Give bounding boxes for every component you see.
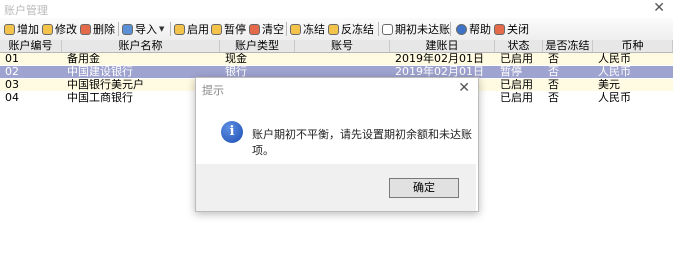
freeze-button-label: 冻结 [303,23,325,36]
cell-currency: 美元 [598,79,620,91]
window-close-icon[interactable]: ✕ [653,0,665,16]
cell-status: 已启用 [500,79,533,91]
column-header-status[interactable]: 状态 [495,40,543,52]
table-header: 账户编号 账户名称 账户类型 账号 建账日 状态 是否冻结 币种 [0,40,673,53]
cell-account-no: 02 [5,66,19,78]
cell-account-no: 04 [5,92,19,104]
toolbar-separator [378,22,379,36]
dialog-close-icon[interactable]: ✕ [458,80,470,96]
close-window-icon [494,23,505,35]
dialog-message: 账户期初不平衡，请先设置期初余额和未达账项。 [252,128,472,157]
cell-account-no: 03 [5,79,19,91]
cell-currency: 人民币 [598,92,631,104]
pause-icon [211,23,222,35]
column-header-account-name[interactable]: 账户名称 [62,40,220,52]
edit-button[interactable]: 修改 [42,21,77,37]
cell-frozen: 否 [548,92,559,104]
column-header-account-no[interactable]: 账户编号 [0,40,62,52]
unfreeze-button-label: 反冻结 [341,23,374,36]
document-icon [382,23,393,35]
delete-icon [80,23,91,35]
add-button-label: 增加 [17,23,39,36]
delete-button[interactable]: 删除 [80,21,115,37]
chevron-down-icon[interactable]: ▼ [159,25,164,33]
toolbar-separator [170,22,171,36]
close-button[interactable]: 关闭 [494,21,529,37]
cell-status: 已启用 [500,53,533,65]
cell-account-name: 备用金 [67,53,100,65]
unfreeze-button[interactable]: 反冻结 [328,21,374,37]
cell-currency: 人民币 [598,66,631,78]
toolbar-separator [286,22,287,36]
cell-account-no: 01 [5,53,19,65]
import-icon [122,23,133,35]
pause-button[interactable]: 暂停 [211,21,246,37]
initial-unreconciled-button-label: 期初未达账 [395,23,450,36]
alert-dialog: 提示 ✕ i 账户期初不平衡，请先设置期初余额和未达账项。 确定 [195,77,479,212]
enable-button-label: 启用 [187,23,209,36]
column-header-currency[interactable]: 币种 [593,40,673,52]
window-title: 账户管理 [4,4,48,17]
add-icon [4,23,15,35]
help-button[interactable]: 帮助 [456,21,491,37]
clear-button[interactable]: 清空 [249,21,284,37]
import-button[interactable]: 导入 ▼ [122,21,164,37]
edit-icon [42,23,53,35]
cell-open-date: 2019年02月01日 [395,53,484,65]
add-button[interactable]: 增加 [4,21,39,37]
column-header-frozen[interactable]: 是否冻结 [543,40,593,52]
enable-button[interactable]: 启用 [174,21,209,37]
clear-button-label: 清空 [262,23,284,36]
table-row[interactable]: 01 备用金 现金 2019年02月01日 已启用 否 人民币 [0,53,673,65]
cell-frozen: 否 [548,53,559,65]
column-header-open-date[interactable]: 建账日 [390,40,495,52]
cell-frozen: 否 [548,66,559,78]
cell-account-type: 现金 [225,53,247,65]
edit-button-label: 修改 [55,23,77,36]
column-header-account-number[interactable]: 账号 [295,40,390,52]
cell-currency: 人民币 [598,53,631,65]
toolbar-separator [118,22,119,36]
toolbar: 增加 修改 删除 导入 ▼ 启用 暂停 清空 冻结 反冻结 期初未达账 帮助 关… [0,18,673,41]
ok-button[interactable]: 确定 [389,178,459,198]
freeze-icon [290,23,301,35]
cell-status: 已启用 [500,92,533,104]
cell-account-number [295,53,390,65]
column-header-account-type[interactable]: 账户类型 [220,40,295,52]
clear-icon [249,23,260,35]
window-titlebar: 账户管理 ✕ [0,0,673,18]
dialog-title: 提示 [202,84,224,97]
toolbar-separator [450,22,451,36]
info-icon: i [221,121,243,143]
pause-button-label: 暂停 [224,23,246,36]
freeze-button[interactable]: 冻结 [290,21,325,37]
help-button-label: 帮助 [469,23,491,36]
initial-unreconciled-button[interactable]: 期初未达账 [382,21,450,37]
help-icon [456,23,467,35]
cell-status: 暂停 [500,66,522,78]
import-button-label: 导入 [135,23,157,36]
unfreeze-icon [328,23,339,35]
enable-icon [174,23,185,35]
close-button-label: 关闭 [507,23,529,36]
cell-frozen: 否 [548,79,559,91]
delete-button-label: 删除 [93,23,115,36]
